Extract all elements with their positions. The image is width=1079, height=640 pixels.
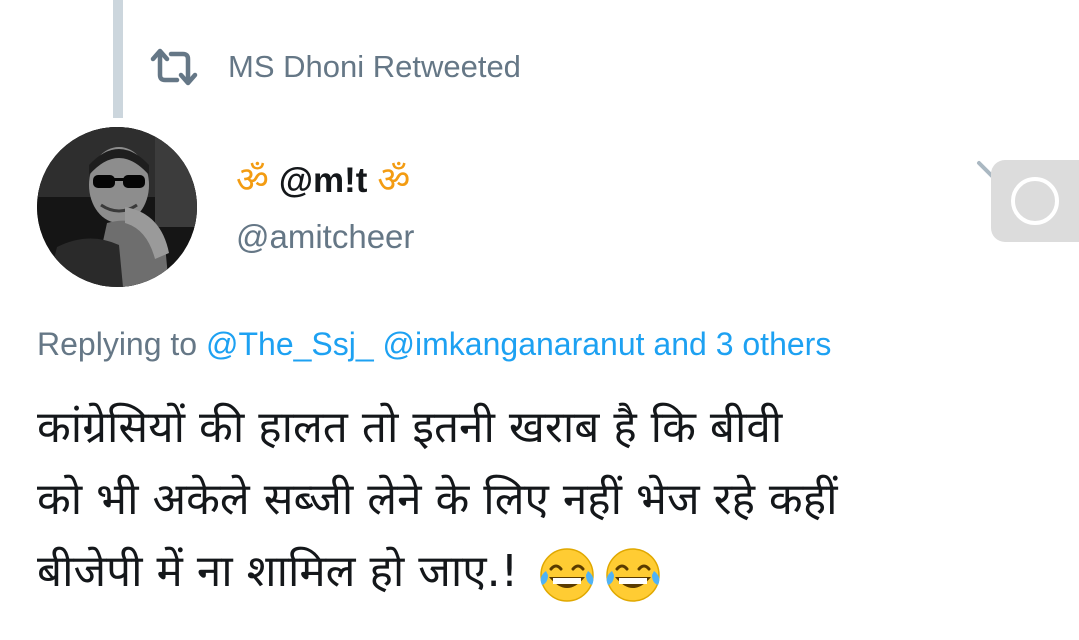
circle-icon: [1011, 177, 1059, 225]
face-with-tears-of-joy-icon: [536, 545, 598, 603]
reply-mentions-link[interactable]: @The_Ssj_ @imkanganaranut and 3 others: [206, 326, 831, 362]
tweet-text-line: को भी अकेले सब्जी लेने के लिए नहीं भेज र…: [37, 474, 838, 525]
tweet-text-line: कांग्रेसियों की हालत तो इतनी खराब है कि …: [37, 402, 783, 453]
display-name-row[interactable]: ॐ @m!t ॐ: [236, 153, 410, 209]
thread-line: [113, 0, 123, 118]
retweet-label: MS Dhoni Retweeted: [228, 49, 521, 84]
retweet-context[interactable]: MS Dhoni Retweeted: [150, 42, 521, 92]
face-with-tears-of-joy-icon: [602, 545, 664, 603]
retweet-icon: [150, 43, 198, 91]
display-name: @m!t: [278, 161, 368, 200]
avatar[interactable]: [37, 127, 197, 287]
om-symbol-left: ॐ: [236, 160, 269, 201]
tweet-text-line-last: बीजेपी में ना शामिल हो जाए.!: [37, 536, 1047, 608]
tweet-text-line-end: बीजेपी में ना शामिल हो जाए.!: [37, 546, 533, 597]
reply-prefix: Replying to: [37, 326, 206, 362]
reply-context: Replying to @The_Ssj_ @imkanganaranut an…: [37, 326, 831, 363]
floating-assist-button[interactable]: [991, 160, 1079, 242]
tweet-text: कांग्रेसियों की हालत तो इतनी खराब है कि …: [37, 392, 1047, 608]
tweet-card: MS Dhoni Retweeted ॐ @m!t ॐ @amitcheer R…: [0, 0, 1079, 640]
author-handle[interactable]: @amitcheer: [236, 218, 414, 256]
om-symbol-right: ॐ: [377, 160, 411, 201]
